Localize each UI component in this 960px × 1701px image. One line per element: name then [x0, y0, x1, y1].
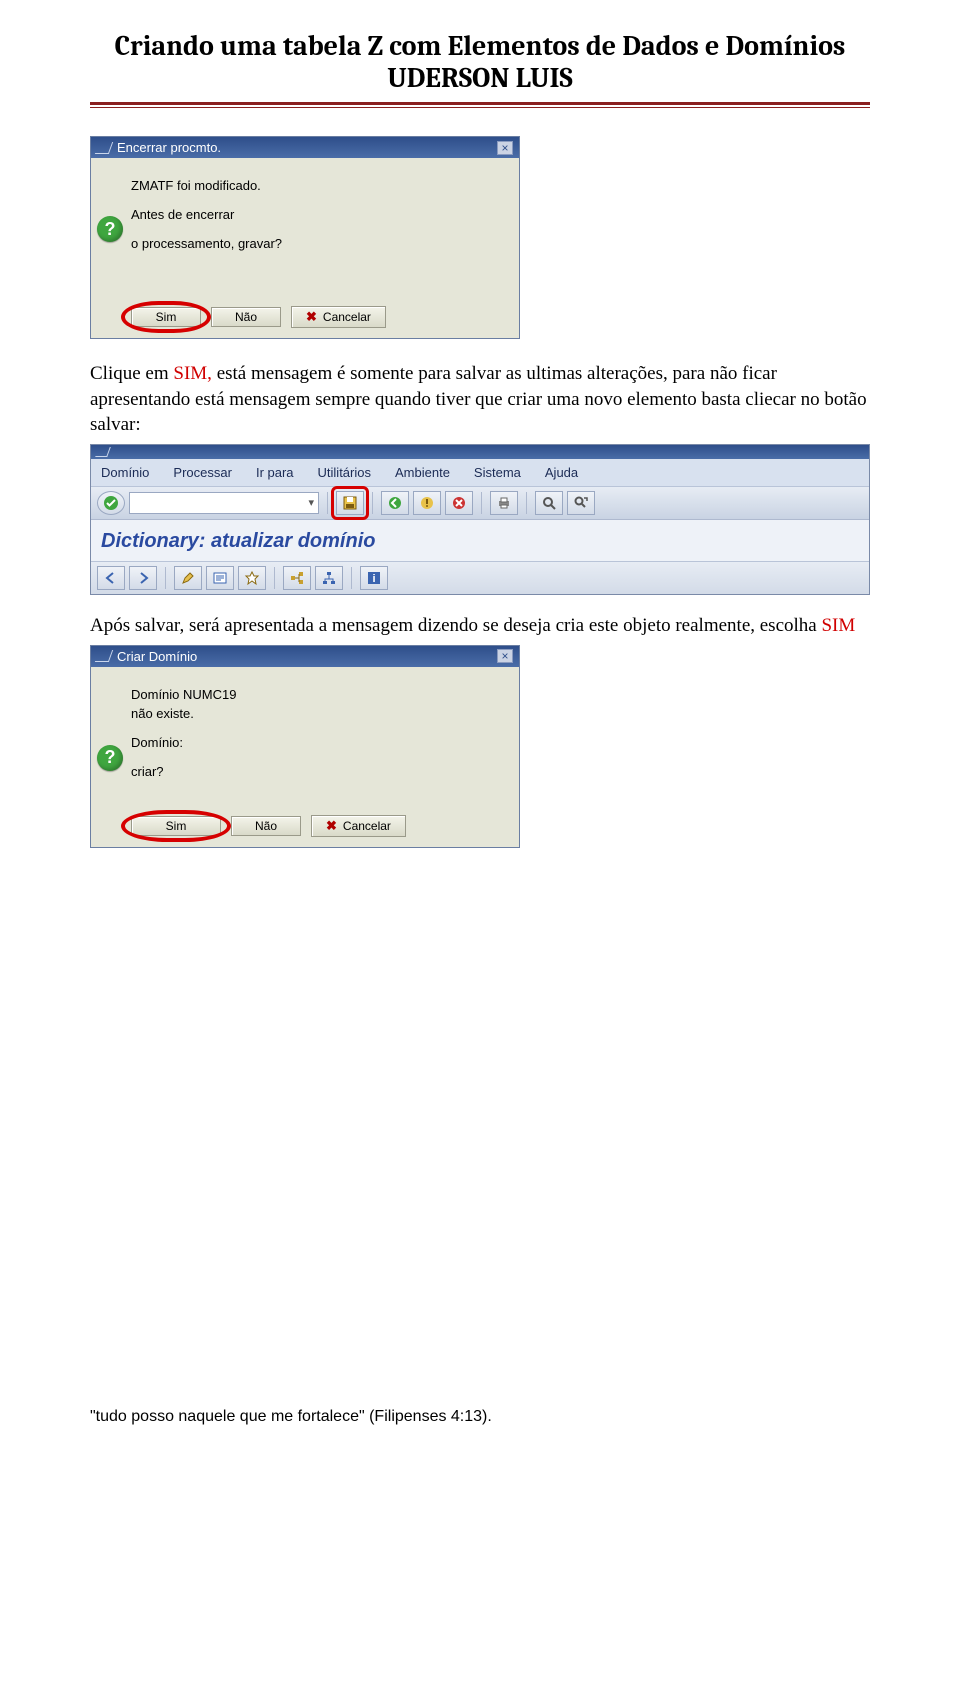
close-icon[interactable]: ×: [497, 649, 513, 663]
sap-app-window: Domínio Processar Ir para Utilitários Am…: [90, 444, 870, 595]
menu-utilitarios[interactable]: Utilitários: [318, 465, 371, 480]
page-author: UDERSON LUIS: [90, 62, 870, 94]
dialog-line: ZMATF foi modificado.: [131, 178, 507, 193]
toolbar-secondary: i: [91, 561, 869, 594]
window-icon: [95, 447, 111, 457]
page-footer: "tudo posso naquele que me fortalece" (F…: [90, 1408, 870, 1426]
check-icon[interactable]: [206, 566, 234, 590]
sim-text: SIM: [821, 615, 855, 636]
window-icon: [95, 650, 113, 662]
dialog-titlebar: Criar Domínio ×: [91, 646, 519, 667]
button-label: Cancelar: [323, 310, 371, 324]
sim-button[interactable]: Sim: [131, 307, 201, 327]
button-label: Não: [255, 819, 277, 833]
separator: [351, 567, 352, 589]
dialog-line: Domínio:: [131, 735, 507, 750]
command-input[interactable]: ▾: [129, 492, 319, 514]
menu-bar: Domínio Processar Ir para Utilitários Am…: [91, 459, 869, 486]
info-icon[interactable]: i: [360, 566, 388, 590]
separator: [526, 492, 527, 514]
button-label: Não: [235, 310, 257, 324]
cancel-button[interactable]: ✖ Cancelar: [291, 306, 386, 328]
page-title: Criando uma tabela Z com Elementos de Da…: [90, 30, 870, 62]
dialog-criar-dominio: Criar Domínio × Domínio NUMC19 não exist…: [90, 645, 520, 848]
save-icon[interactable]: [336, 491, 364, 515]
app-titlebar: [91, 445, 869, 459]
menu-dominio[interactable]: Domínio: [101, 465, 149, 480]
dialog-body: ZMATF foi modificado. ? Antes de encerra…: [91, 158, 519, 298]
display-change-icon[interactable]: [174, 566, 202, 590]
window-icon: [95, 142, 113, 154]
sim-text: SIM,: [173, 363, 212, 384]
dialog-line: Antes de encerrar: [131, 207, 507, 222]
separator: [165, 567, 166, 589]
where-used-icon[interactable]: [283, 566, 311, 590]
menu-sistema[interactable]: Sistema: [474, 465, 521, 480]
sim-highlight: Sim: [131, 307, 201, 327]
hierarchy-icon[interactable]: [315, 566, 343, 590]
dialog-body: Domínio NUMC19 não existe. ? Domínio: cr…: [91, 667, 519, 807]
page-heading: Dictionary: atualizar domínio: [91, 520, 869, 561]
dialog-encerrar: Encerrar procmto. × ZMATF foi modificado…: [90, 136, 520, 339]
find-next-icon[interactable]: [567, 491, 595, 515]
text: Após salvar, será apresentada a mensagem…: [90, 615, 821, 636]
menu-processar[interactable]: Processar: [173, 465, 232, 480]
question-icon: ?: [97, 216, 123, 242]
separator: [372, 492, 373, 514]
activate-icon[interactable]: [238, 566, 266, 590]
find-icon[interactable]: [535, 491, 563, 515]
button-label: Sim: [156, 310, 177, 324]
page-header: Criando uma tabela Z com Elementos de Da…: [90, 30, 870, 94]
print-icon[interactable]: [490, 491, 518, 515]
dialog-line: o processamento, gravar?: [131, 236, 507, 251]
cancel-icon[interactable]: [445, 491, 473, 515]
separator: [274, 567, 275, 589]
header-rule: [90, 102, 870, 108]
dialog-titlebar: Encerrar procmto. ×: [91, 137, 519, 158]
dropdown-icon: ▾: [308, 496, 314, 509]
paragraph-1: Clique em SIM, está mensagem é somente p…: [90, 361, 870, 438]
sim-highlight: Sim: [131, 816, 221, 836]
menu-ajuda[interactable]: Ajuda: [545, 465, 578, 480]
dialog-line: criar?: [131, 764, 507, 779]
close-icon[interactable]: ×: [497, 141, 513, 155]
nao-button[interactable]: Não: [211, 307, 281, 327]
cancel-icon: ✖: [326, 818, 337, 834]
separator: [327, 492, 328, 514]
back-icon[interactable]: [381, 491, 409, 515]
enter-icon[interactable]: [97, 491, 125, 515]
question-icon: ?: [97, 745, 123, 771]
button-label: Sim: [166, 819, 187, 833]
menu-ambiente[interactable]: Ambiente: [395, 465, 450, 480]
nao-button[interactable]: Não: [231, 816, 301, 836]
nav-back-icon[interactable]: [97, 566, 125, 590]
paragraph-2: Após salvar, será apresentada a mensagem…: [90, 613, 870, 639]
dialog-line: Domínio NUMC19: [131, 687, 507, 702]
dialog-title: Criar Domínio: [117, 649, 197, 664]
dialog-buttons: Sim Não ✖ Cancelar: [91, 807, 519, 847]
text: Clique em: [90, 363, 173, 384]
button-label: Cancelar: [343, 819, 391, 833]
toolbar-main: ▾: [91, 486, 869, 520]
separator: [481, 492, 482, 514]
sim-button[interactable]: Sim: [131, 816, 221, 836]
cancel-icon: ✖: [306, 309, 317, 325]
nav-fwd-icon[interactable]: [129, 566, 157, 590]
svg-text:i: i: [372, 573, 375, 585]
exit-icon[interactable]: [413, 491, 441, 515]
menu-irpara[interactable]: Ir para: [256, 465, 294, 480]
dialog-title: Encerrar procmto.: [117, 140, 221, 155]
cancel-button[interactable]: ✖ Cancelar: [311, 815, 406, 837]
dialog-buttons: Sim Não ✖ Cancelar: [91, 298, 519, 338]
dialog-line: não existe.: [131, 706, 507, 721]
